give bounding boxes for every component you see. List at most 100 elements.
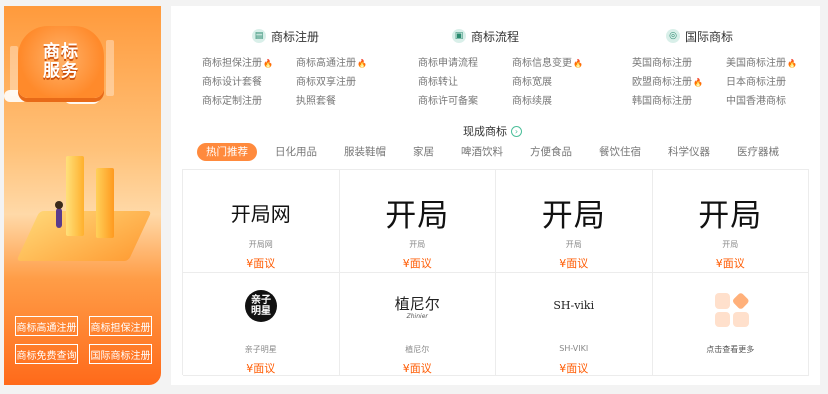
- bar-decoration: [96, 168, 114, 238]
- fire-icon: 🔥: [263, 59, 273, 68]
- building-decoration: [106, 40, 114, 96]
- logo-text-bottom: Zhinier: [406, 313, 428, 320]
- trademark-price: ¥面议: [402, 257, 432, 270]
- category-title: 商标注册: [271, 29, 320, 44]
- trademark-card[interactable]: SH-viki SH-VIKI ¥面议: [496, 273, 653, 376]
- link-label: 商标担保注册: [202, 58, 262, 69]
- trademark-service-badge: 商标 服务: [18, 26, 104, 98]
- category-columns: ▤ 商标注册 商标担保注册🔥 商标高通注册🔥 商标设计套餐 商标双享注册 商标定…: [171, 28, 820, 108]
- category-title: 商标流程: [471, 29, 520, 44]
- trademark-price: ¥面议: [246, 362, 276, 375]
- trademark-name: 开局网: [248, 240, 273, 249]
- link-transfer[interactable]: 商标转让: [418, 73, 512, 88]
- trademark-card[interactable]: 开局 开局 ¥面议: [339, 170, 496, 273]
- tab-medical-devices[interactable]: 医疗器械: [728, 143, 788, 161]
- trademark-card-grid: 开局网 开局网 ¥面议 开局 开局 ¥面议 开局 开局 ¥面议 开局 开局 ¥面…: [182, 169, 809, 376]
- link-eu-registration[interactable]: 欧盟商标注册🔥: [632, 73, 726, 88]
- link-info-change[interactable]: 商标信息变更🔥: [512, 54, 606, 69]
- category-link-list: 商标担保注册🔥 商标高通注册🔥 商标设计套餐 商标双享注册 商标定制注册 执照套…: [202, 54, 390, 107]
- trademark-price: ¥面议: [715, 257, 745, 270]
- link-design-package[interactable]: 商标设计套餐: [202, 73, 296, 88]
- category-link-list: 商标申请流程 商标信息变更🔥 商标转让 商标宽展 商标许可备案 商标续展: [418, 54, 606, 107]
- trademark-logo: 开局: [541, 198, 606, 234]
- trademark-price: ¥面议: [559, 257, 589, 270]
- link-renewal[interactable]: 商标续展: [512, 92, 606, 107]
- trademark-price: ¥面议: [559, 362, 589, 375]
- tab-catering[interactable]: 餐饮住宿: [590, 143, 650, 161]
- category-heading: ◎ 国际商标: [666, 28, 733, 44]
- banner-button-international-registration[interactable]: 国际商标注册: [89, 344, 152, 364]
- link-guaranteed-registration[interactable]: 商标担保注册🔥: [202, 54, 296, 69]
- trademark-name: 开局: [565, 240, 582, 249]
- link-japan-registration[interactable]: 日本商标注册: [726, 73, 820, 88]
- link-dual-registration[interactable]: 商标双享注册: [296, 73, 390, 88]
- category-heading: ▤ 商标注册: [252, 28, 319, 44]
- tab-home[interactable]: 家居: [404, 143, 443, 161]
- banner-button-guaranteed-registration[interactable]: 商标担保注册: [89, 316, 152, 336]
- bar-decoration: [66, 156, 84, 236]
- link-license-package[interactable]: 执照套餐: [296, 92, 390, 107]
- badge-line-2: 服务: [43, 61, 79, 81]
- link-hongkong-trademark[interactable]: 中国香港商标: [726, 92, 820, 107]
- ready-made-trademarks-heading[interactable]: 现成商标 ›: [463, 123, 522, 139]
- link-korea-registration[interactable]: 韩国商标注册: [632, 92, 726, 107]
- globe-icon: ◎: [666, 29, 680, 43]
- trademark-logo: SH-viki: [553, 299, 595, 312]
- link-label: 商标信息变更: [512, 58, 572, 69]
- trademark-service-banner: 商标 服务 商标高通注册 商标担保注册 商标免费查询 国际商标注册: [4, 6, 161, 385]
- view-more-label: 点击查看更多: [706, 345, 755, 354]
- category-link-list: 英国商标注册 美国商标注册🔥 欧盟商标注册🔥 日本商标注册 韩国商标注册 中国香…: [632, 54, 820, 107]
- grid-more-icon: [714, 291, 750, 327]
- section-title: 现成商标: [463, 125, 507, 138]
- tab-instant-food[interactable]: 方便食品: [521, 143, 581, 161]
- tab-scientific-instruments[interactable]: 科学仪器: [659, 143, 719, 161]
- link-us-registration[interactable]: 美国商标注册🔥: [726, 54, 820, 69]
- person-illustration: [55, 201, 63, 228]
- link-application-process[interactable]: 商标申请流程: [418, 54, 512, 69]
- link-custom-registration[interactable]: 商标定制注册: [202, 92, 296, 107]
- trademark-logo: 开局网: [230, 202, 291, 226]
- category-international: ◎ 国际商标 英国商标注册 美国商标注册🔥 欧盟商标注册🔥 日本商标注册 韩国商…: [632, 28, 797, 107]
- trademark-card[interactable]: 开局 开局 ¥面议: [652, 170, 809, 273]
- trademark-name: 植尼尔: [405, 345, 430, 354]
- tab-hot[interactable]: 热门推荐: [197, 143, 257, 161]
- trademark-card[interactable]: 亲子 明星 亲子明星 ¥面议: [183, 273, 340, 376]
- banner-button-free-search[interactable]: 商标免费查询: [15, 344, 78, 364]
- link-express-registration[interactable]: 商标高通注册🔥: [296, 54, 390, 69]
- trademark-panel: ▤ 商标注册 商标担保注册🔥 商标高通注册🔥 商标设计套餐 商标双享注册 商标定…: [171, 6, 820, 385]
- fire-icon: 🔥: [693, 78, 703, 87]
- category-heading: ▣ 商标流程: [452, 28, 519, 44]
- category-registration: ▤ 商标注册 商标担保注册🔥 商标高通注册🔥 商标设计套餐 商标双享注册 商标定…: [202, 28, 367, 107]
- view-more-card[interactable]: 点击查看更多: [652, 273, 809, 376]
- fire-icon: 🔥: [787, 59, 797, 68]
- badge-line-1: 商标: [43, 42, 79, 62]
- trademark-name: SH-VIKI: [559, 344, 589, 353]
- trademark-name: 开局: [722, 240, 739, 249]
- fire-icon: 🔥: [357, 59, 367, 68]
- link-uk-registration[interactable]: 英国商标注册: [632, 54, 726, 69]
- tab-daily-chemicals[interactable]: 日化用品: [266, 143, 326, 161]
- category-process: ▣ 商标流程 商标申请流程 商标信息变更🔥 商标转让 商标宽展 商标许可备案 商…: [418, 28, 583, 107]
- trademark-logo: 开局: [698, 198, 763, 234]
- logo-text-top: 植尼尔: [394, 295, 440, 313]
- arrow-right-icon: ›: [511, 125, 522, 137]
- trademark-logo: 植尼尔 Zhinier: [340, 293, 496, 320]
- category-title: 国际商标: [685, 29, 734, 44]
- flow-icon: ▣: [452, 29, 466, 43]
- trademark-price: ¥面议: [402, 362, 432, 375]
- tab-beverages[interactable]: 啤酒饮料: [452, 143, 512, 161]
- fire-icon: 🔥: [573, 59, 583, 68]
- trademark-card[interactable]: 开局网 开局网 ¥面议: [183, 170, 340, 273]
- trademark-card[interactable]: 开局 开局 ¥面议: [496, 170, 653, 273]
- building-decoration: [10, 46, 18, 96]
- trademark-category-tabs: 热门推荐 日化用品 服装鞋帽 家居 啤酒饮料 方便食品 餐饮住宿 科学仪器 医疗…: [197, 143, 797, 161]
- link-license-filing[interactable]: 商标许可备案: [418, 92, 512, 107]
- banner-button-group: 商标高通注册 商标担保注册 商标免费查询 国际商标注册: [15, 316, 152, 364]
- trademark-name: 亲子明星: [244, 345, 277, 354]
- trademark-card[interactable]: 植尼尔 Zhinier 植尼尔 ¥面议: [339, 273, 496, 376]
- tab-apparel[interactable]: 服装鞋帽: [335, 143, 395, 161]
- trademark-price: ¥面议: [246, 257, 276, 270]
- logo-text-bottom: 明星: [251, 306, 271, 317]
- banner-button-express-registration[interactable]: 商标高通注册: [15, 316, 78, 336]
- link-extension[interactable]: 商标宽展: [512, 73, 606, 88]
